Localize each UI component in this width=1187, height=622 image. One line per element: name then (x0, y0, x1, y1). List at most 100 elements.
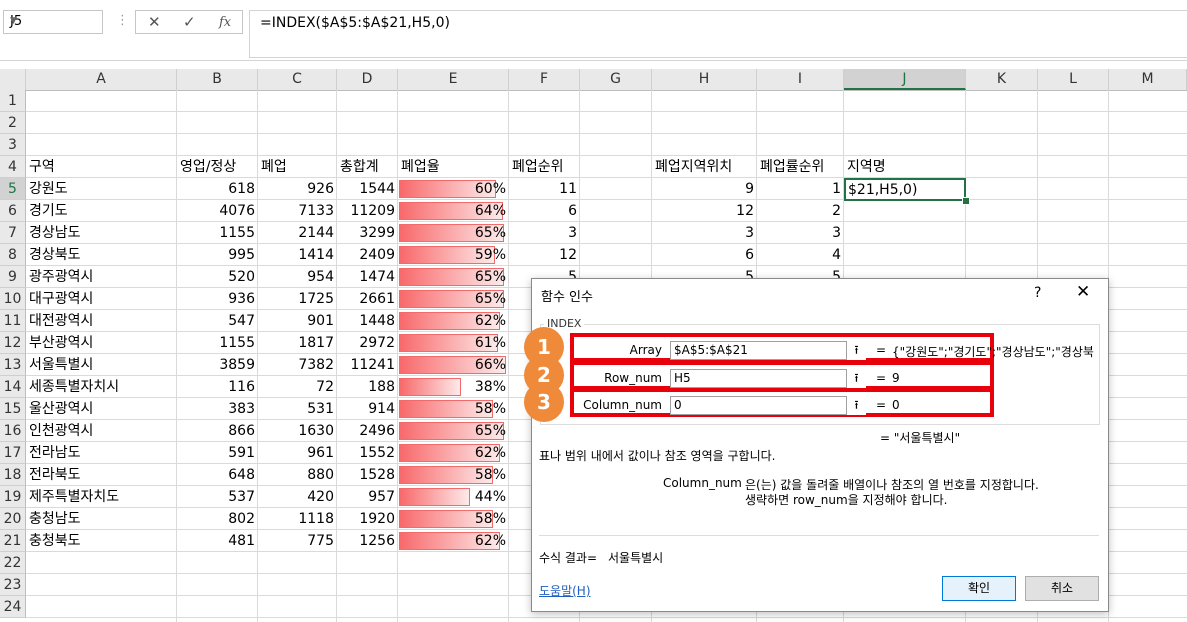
row-header-13[interactable]: 13 (0, 354, 26, 376)
header-cell-i[interactable]: 폐업률순위 (757, 156, 844, 178)
row-header-5[interactable]: 5 (0, 178, 26, 200)
closed-count-cell[interactable]: 954 (258, 266, 337, 288)
closed-count-cell[interactable]: 775 (258, 530, 337, 552)
row-header-22[interactable]: 22 (0, 552, 26, 574)
total-cell[interactable]: 1474 (337, 266, 398, 288)
open-count-cell[interactable]: 802 (177, 508, 258, 530)
open-count-cell[interactable]: 116 (177, 376, 258, 398)
open-count-cell[interactable]: 936 (177, 288, 258, 310)
region-cell[interactable]: 충청남도 (26, 508, 177, 530)
total-cell[interactable]: 11241 (337, 354, 398, 376)
open-count-cell[interactable]: 383 (177, 398, 258, 420)
closure-rank-cell[interactable]: 11 (509, 178, 580, 200)
total-cell[interactable]: 1448 (337, 310, 398, 332)
closure-rate-cell[interactable]: 59% (398, 244, 509, 266)
rate-rank-cell[interactable]: 2 (757, 200, 844, 222)
closure-rate-cell[interactable]: 66% (398, 354, 509, 376)
row-header-14[interactable]: 14 (0, 376, 26, 398)
closure-rank-cell[interactable]: 12 (509, 244, 580, 266)
rate-rank-cell[interactable]: 4 (757, 244, 844, 266)
closure-rank-cell[interactable]: 6 (509, 200, 580, 222)
total-cell[interactable]: 11209 (337, 200, 398, 222)
arg-input[interactable]: 0 (670, 396, 866, 415)
open-count-cell[interactable]: 648 (177, 464, 258, 486)
row-header-2[interactable]: 2 (0, 112, 26, 134)
row-header-1[interactable]: 1 (0, 90, 26, 112)
help-link[interactable]: 도움말(H) (539, 582, 591, 599)
column-header-i[interactable]: I (757, 69, 844, 90)
open-count-cell[interactable]: 3859 (177, 354, 258, 376)
cancel-icon[interactable]: ✕ (148, 13, 161, 31)
open-count-cell[interactable]: 537 (177, 486, 258, 508)
row-header-17[interactable]: 17 (0, 442, 26, 464)
total-cell[interactable]: 1544 (337, 178, 398, 200)
open-count-cell[interactable]: 591 (177, 442, 258, 464)
total-cell[interactable]: 2661 (337, 288, 398, 310)
column-header-k[interactable]: K (966, 69, 1038, 90)
total-cell[interactable]: 2409 (337, 244, 398, 266)
position-cell[interactable]: 12 (652, 200, 757, 222)
closed-count-cell[interactable]: 1725 (258, 288, 337, 310)
closed-count-cell[interactable]: 961 (258, 442, 337, 464)
column-header-e[interactable]: E (398, 69, 509, 90)
region-cell[interactable]: 강원도 (26, 178, 177, 200)
closure-rank-cell[interactable]: 3 (509, 222, 580, 244)
rate-rank-cell[interactable]: 1 (757, 178, 844, 200)
open-count-cell[interactable]: 1155 (177, 332, 258, 354)
total-cell[interactable]: 1256 (337, 530, 398, 552)
enter-icon[interactable]: ✓ (183, 13, 196, 31)
open-count-cell[interactable]: 866 (177, 420, 258, 442)
closure-rate-cell[interactable]: 58% (398, 464, 509, 486)
close-icon[interactable]: ✕ (1076, 282, 1090, 302)
header-cell-f[interactable]: 폐업순위 (509, 156, 580, 178)
help-icon[interactable]: ? (1034, 285, 1041, 301)
collapse-dialog-icon[interactable]: ⭱ (846, 396, 866, 415)
header-cell-a[interactable]: 구역 (26, 156, 177, 178)
closure-rate-cell[interactable]: 62% (398, 310, 509, 332)
row-header-21[interactable]: 21 (0, 530, 26, 552)
closed-count-cell[interactable]: 1414 (258, 244, 337, 266)
row-header-7[interactable]: 7 (0, 222, 26, 244)
row-header-4[interactable]: 4 (0, 156, 26, 178)
row-header-16[interactable]: 16 (0, 420, 26, 442)
total-cell[interactable]: 957 (337, 486, 398, 508)
column-header-m[interactable]: M (1109, 69, 1187, 90)
position-cell[interactable]: 9 (652, 178, 757, 200)
closed-count-cell[interactable]: 2144 (258, 222, 337, 244)
closed-count-cell[interactable]: 420 (258, 486, 337, 508)
select-all-corner[interactable] (0, 69, 26, 90)
row-header-23[interactable]: 23 (0, 574, 26, 596)
row-header-18[interactable]: 18 (0, 464, 26, 486)
row-header-8[interactable]: 8 (0, 244, 26, 266)
row-header-6[interactable]: 6 (0, 200, 26, 222)
region-cell[interactable]: 전라남도 (26, 442, 177, 464)
column-header-j[interactable]: J (844, 69, 966, 90)
header-cell-j[interactable]: 지역명 (844, 156, 966, 178)
region-cell[interactable]: 광주광역시 (26, 266, 177, 288)
region-cell[interactable]: 대전광역시 (26, 310, 177, 332)
closure-rate-cell[interactable]: 58% (398, 398, 509, 420)
closure-rate-cell[interactable]: 65% (398, 420, 509, 442)
region-cell[interactable]: 제주특별자치도 (26, 486, 177, 508)
header-cell-b[interactable]: 영업/정상 (177, 156, 258, 178)
arg-input[interactable]: H5 (670, 369, 866, 388)
fill-handle[interactable] (962, 197, 970, 205)
region-cell[interactable]: 부산광역시 (26, 332, 177, 354)
column-header-d[interactable]: D (337, 69, 398, 90)
row-header-15[interactable]: 15 (0, 398, 26, 420)
open-count-cell[interactable]: 1155 (177, 222, 258, 244)
open-count-cell[interactable]: 995 (177, 244, 258, 266)
region-cell[interactable]: 서울특별시 (26, 354, 177, 376)
total-cell[interactable]: 1528 (337, 464, 398, 486)
collapse-dialog-icon[interactable]: ⭱ (846, 369, 866, 388)
cancel-button[interactable]: 취소 (1025, 576, 1099, 601)
region-cell[interactable]: 충청북도 (26, 530, 177, 552)
header-cell-e[interactable]: 폐업율 (398, 156, 509, 178)
active-cell[interactable]: $21,H5,0) (844, 178, 966, 201)
column-header-h[interactable]: H (652, 69, 757, 90)
column-header-g[interactable]: G (580, 69, 652, 90)
column-header-b[interactable]: B (177, 69, 258, 90)
open-count-cell[interactable]: 4076 (177, 200, 258, 222)
closed-count-cell[interactable]: 7382 (258, 354, 337, 376)
open-count-cell[interactable]: 547 (177, 310, 258, 332)
